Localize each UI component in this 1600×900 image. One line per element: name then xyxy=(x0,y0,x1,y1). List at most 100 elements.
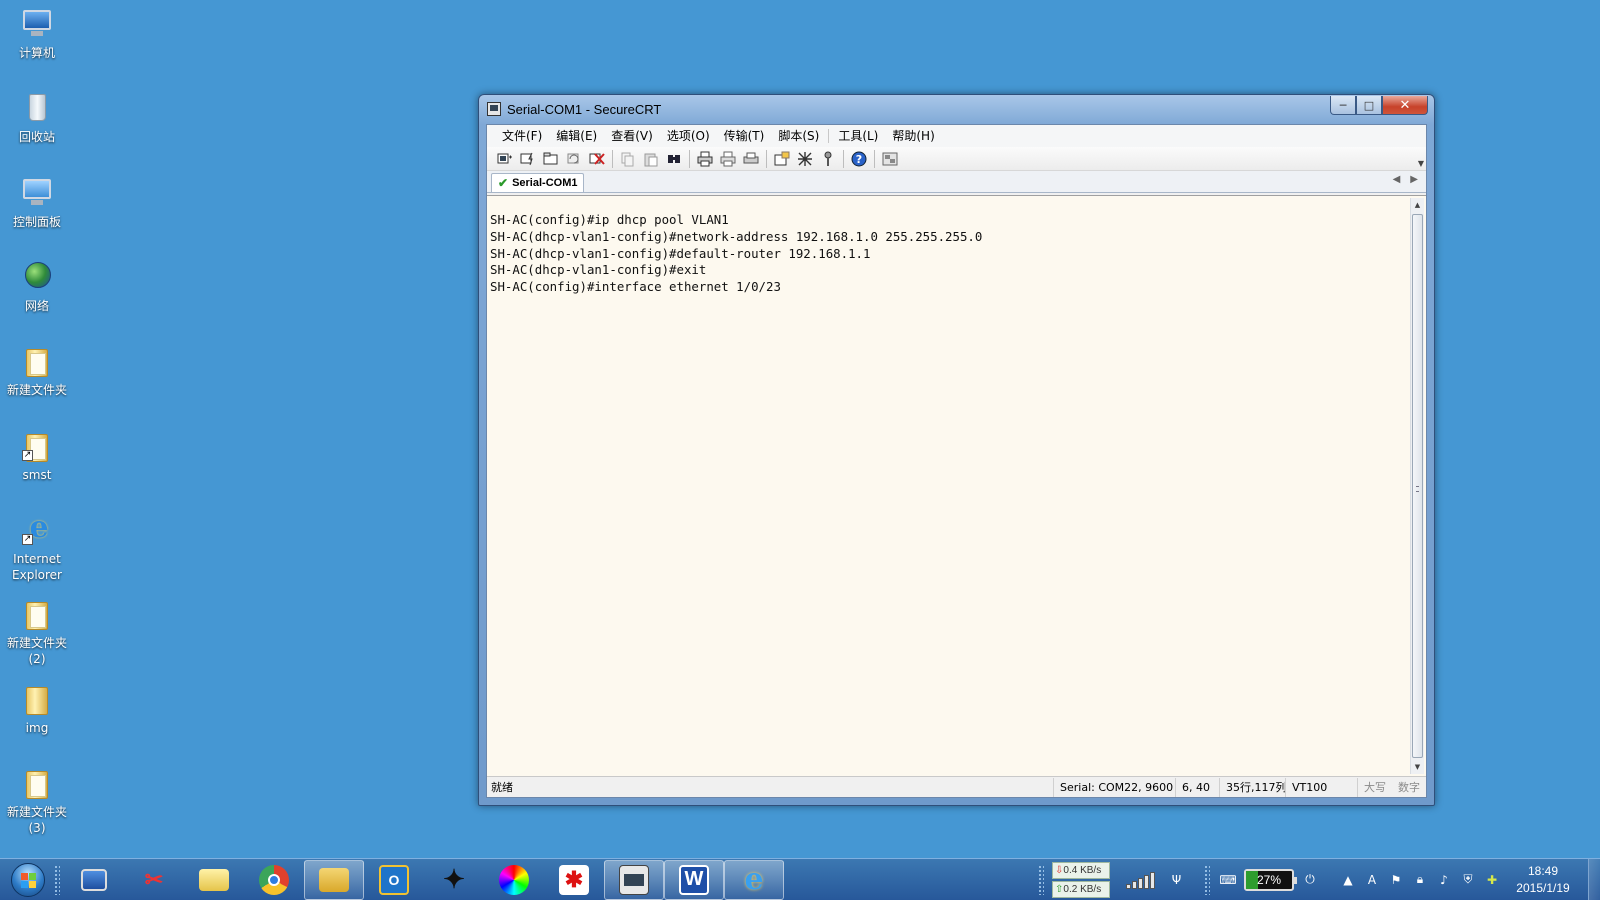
scrollbar-thumb[interactable] xyxy=(1412,214,1423,758)
terminal-output[interactable]: SH-AC(config)#ip dhcp pool VLAN1 SH-AC(dh… xyxy=(490,212,1406,776)
print-setup-icon[interactable] xyxy=(741,149,761,169)
flag-icon[interactable]: ⚑ xyxy=(1388,872,1404,888)
security-shield-icon[interactable]: ⛨ xyxy=(1460,872,1476,888)
tab-serial-com1[interactable]: ✔ Serial-COM1 xyxy=(491,173,585,192)
desktop-icon-label: 新建文件夹 (3) xyxy=(6,805,67,835)
desktop-icon-control-panel[interactable]: 控制面板 xyxy=(2,175,72,230)
taskbar: ✂ O ✦ ✱ W e ⇩0.4 KB/s ⇧0.2 KB/s Ψ ⌨ 27% … xyxy=(0,858,1600,900)
clock-time: 18:49 xyxy=(1527,863,1559,878)
desktop-icon-new-folder-2[interactable]: 新建文件夹 (2) xyxy=(2,596,72,667)
status-ready: 就绪 xyxy=(491,780,513,794)
menu-script[interactable]: 脚本(S) xyxy=(771,126,826,146)
maximize-button[interactable]: □ xyxy=(1356,96,1382,115)
windows-logo-icon xyxy=(11,862,45,897)
tab-scroll-right-icon[interactable]: ▶ xyxy=(1410,174,1418,185)
taskbar-chrome[interactable] xyxy=(244,860,304,900)
menu-transfer[interactable]: 传输(T) xyxy=(717,126,772,146)
computer-icon xyxy=(20,6,54,42)
menu-separator xyxy=(828,129,830,143)
menu-options[interactable]: 选项(O) xyxy=(660,126,717,146)
taskbar-windows-explorer[interactable] xyxy=(304,859,364,900)
status-serial: Serial: COM22, 9600 xyxy=(1053,777,1175,797)
taskbar-ti-calculator[interactable]: ✦ xyxy=(424,860,484,900)
title-bar[interactable]: Serial-COM1 - SecureCRT ─ □ ✕ xyxy=(479,95,1434,123)
scroll-down-icon[interactable]: ▼ xyxy=(1411,760,1424,774)
desktop-icon-label: 控制面板 xyxy=(12,215,61,229)
desktop-icon-network[interactable]: 网络 xyxy=(2,259,72,314)
global-options-icon[interactable] xyxy=(795,149,815,169)
power-plug-icon[interactable]: ⏻ xyxy=(1302,872,1318,888)
scroll-up-icon[interactable]: ▲ xyxy=(1411,198,1424,212)
show-hidden-icon[interactable]: ▲ xyxy=(1340,872,1356,888)
taskbar-red-app[interactable]: ✱ xyxy=(544,860,604,900)
windows-explorer-icon xyxy=(319,867,349,892)
help-icon[interactable]: ? xyxy=(849,149,869,169)
update-icon[interactable]: ✚ xyxy=(1484,872,1500,888)
session-tab-bar: ✔ Serial-COM1 ◀ ▶ xyxy=(487,171,1426,193)
desktop-icon-img[interactable]: img xyxy=(2,681,72,736)
tab-label: Serial-COM1 xyxy=(512,177,578,189)
taskbar-word[interactable]: W xyxy=(664,859,724,900)
toolbar: ? ▼ xyxy=(487,147,1426,171)
keyboard-icon[interactable]: ⌨ xyxy=(1219,872,1236,888)
find-icon[interactable] xyxy=(664,149,684,169)
terminal-scrollbar[interactable]: ▲ ▼ xyxy=(1410,198,1424,774)
antenna-icon: Ψ xyxy=(1171,872,1182,887)
taskbar-outlook[interactable]: O xyxy=(364,860,424,900)
taskbar-color-picker[interactable] xyxy=(484,860,544,900)
status-num: 数字 xyxy=(1398,780,1420,794)
signal-indicator[interactable]: Ψ xyxy=(1110,860,1200,900)
disconnect-icon[interactable] xyxy=(587,149,607,169)
file-folder-icon xyxy=(199,868,229,891)
keymap-icon[interactable] xyxy=(818,149,838,169)
print-icon[interactable] xyxy=(695,149,715,169)
menu-help[interactable]: 帮助(H) xyxy=(885,126,941,146)
sftp-icon[interactable] xyxy=(880,149,900,169)
volume-icon[interactable]: ♪ xyxy=(1436,872,1452,888)
paste-icon[interactable] xyxy=(641,149,661,169)
recycle-bin-icon xyxy=(20,90,54,126)
terminal-line: SH-AC(config)#interface ethernet 1/0/23 xyxy=(490,279,781,295)
input-method-icon[interactable]: A xyxy=(1364,872,1380,888)
ti-calculator-icon: ✦ xyxy=(443,864,465,894)
system-clock[interactable]: 18:49 2015/1/19 xyxy=(1508,863,1578,897)
taskbar-remote-desktop[interactable] xyxy=(64,860,124,900)
menu-edit[interactable]: 编辑(E) xyxy=(549,126,604,146)
red-app-icon: ✱ xyxy=(559,864,589,895)
menu-view[interactable]: 查看(V) xyxy=(604,126,660,146)
menu-file[interactable]: 文件(F) xyxy=(495,126,549,146)
reconnect-icon[interactable] xyxy=(564,149,584,169)
start-button[interactable] xyxy=(6,860,50,900)
toolbar-separator xyxy=(612,149,613,168)
menu-tools[interactable]: 工具(L) xyxy=(831,126,885,146)
lock-icon[interactable]: 🔒︎ xyxy=(1412,872,1428,888)
toolbar-overflow-icon[interactable]: ▼ xyxy=(1418,159,1424,168)
copy-icon[interactable] xyxy=(618,149,638,169)
print-selection-icon[interactable] xyxy=(718,149,738,169)
session-options-icon[interactable] xyxy=(772,149,792,169)
desktop-icon-new-folder[interactable]: 新建文件夹 xyxy=(2,343,72,398)
folder-icon xyxy=(20,765,54,801)
connect-in-tab-icon[interactable] xyxy=(541,149,561,169)
quick-connect-icon[interactable] xyxy=(518,149,538,169)
close-button[interactable]: ✕ xyxy=(1382,96,1428,115)
taskbar-file-folder[interactable] xyxy=(184,860,244,900)
terminal-line: SH-AC(dhcp-vlan1-config)#exit xyxy=(490,262,707,278)
desktop-icon-computer[interactable]: 计算机 xyxy=(2,6,72,61)
desktop-icon-smst[interactable]: ↗ smst xyxy=(2,428,72,483)
show-desktop-button[interactable] xyxy=(1588,859,1600,900)
minimize-button[interactable]: ─ xyxy=(1330,96,1356,115)
desktop-icon-recycle-bin[interactable]: 回收站 xyxy=(2,90,72,145)
taskbar-securecrt[interactable] xyxy=(604,859,664,900)
securecrt-window: Serial-COM1 - SecureCRT ─ □ ✕ 文件(F) 编辑(E… xyxy=(478,94,1435,806)
terminal-area[interactable]: SH-AC(config)#ip dhcp pool VLAN1 SH-AC(dh… xyxy=(487,195,1426,776)
tab-scroll-left-icon[interactable]: ◀ xyxy=(1393,174,1401,185)
battery-indicator[interactable]: 27% xyxy=(1244,868,1297,891)
connect-icon[interactable] xyxy=(495,149,515,169)
taskbar-ie[interactable]: e xyxy=(724,859,784,900)
desktop-icon-label: img xyxy=(25,721,49,735)
taskbar-snipping-tool[interactable]: ✂ xyxy=(124,860,184,900)
caption-buttons: ─ □ ✕ xyxy=(1330,96,1428,115)
desktop-icon-new-folder-3[interactable]: 新建文件夹 (3) xyxy=(2,765,72,836)
desktop-icon-internet-explorer[interactable]: e ↗ Internet Explorer xyxy=(2,512,72,583)
